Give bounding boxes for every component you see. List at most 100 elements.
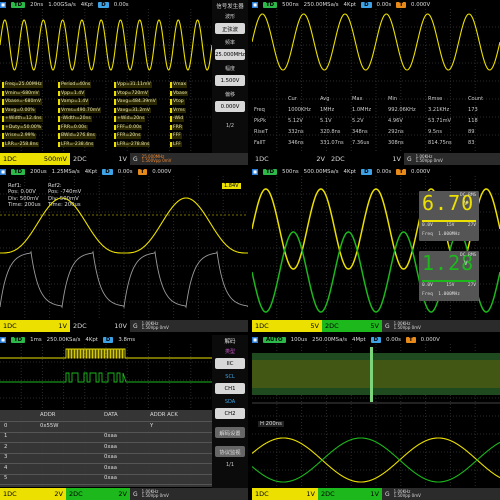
decode-cell: 2 xyxy=(4,443,8,450)
decode-cell: 0 xyxy=(4,422,8,429)
stats-cell: 348ns xyxy=(352,129,368,135)
ch1-chip[interactable]: 1DC 1V xyxy=(252,488,318,500)
ch1-scale: 2V xyxy=(54,490,63,498)
generator-chip[interactable]: G 1.00KHz 1.50Vpp 0mV xyxy=(382,320,500,332)
ch2-chip[interactable]: 2DC 5V xyxy=(322,320,382,332)
menu-title: 解码 xyxy=(224,339,236,345)
generator-chip[interactable]: G 1.00KHz 1.50Vpp 0mV xyxy=(404,153,500,165)
generator-chip[interactable]: G 1.00KHz 1.50Vpp 0mV xyxy=(130,488,248,500)
ch2-scale: 5V xyxy=(370,322,379,330)
ch2-chip[interactable]: 2DC 10V xyxy=(70,320,130,332)
generator-chip[interactable]: G 1.00KHz 1.50Vpp 0mV xyxy=(130,320,248,332)
gen-label: G xyxy=(133,490,138,498)
ch1-label: 1DC xyxy=(3,155,17,163)
measurement-cell: Vbase=-680mV xyxy=(2,99,42,105)
measurement-cell: FRR=0.00s xyxy=(58,124,88,131)
measurement-cell: Vavg=31.2mV xyxy=(114,107,151,114)
menu-title: 信号发生器 xyxy=(216,4,244,10)
channel-bar: 1DC 2V 2DC 2V G 1.00KHz 1.50Vpp 0mV xyxy=(0,488,248,500)
menu-page[interactable]: 1/2 xyxy=(226,123,234,129)
frequency-button[interactable]: 25.000MHz xyxy=(215,49,245,60)
channel-bar: 1DC 1V 2DC 1V G 1.00KHz 1.50Vpp 0mV xyxy=(252,488,500,500)
stats-cell: 9.5ns xyxy=(428,129,442,135)
gen-label: G xyxy=(133,155,138,163)
stats-cell: 173 xyxy=(468,107,478,113)
ch2-chip[interactable]: 2DC 1V xyxy=(70,153,130,165)
measurement-cell: FFR=20ns xyxy=(114,133,142,139)
ch1-chip[interactable]: 1DC 500mV xyxy=(0,153,70,165)
channel-bar: 1DC 1V 2DC 10V G 1.00KHz 1.50Vpp 0mV xyxy=(0,320,248,332)
stats-header-cell: Max xyxy=(352,96,363,102)
measurement-cell: +Duty=50.00% xyxy=(2,124,43,131)
ch1-label: 1DC xyxy=(3,490,17,498)
decode-cell: 0xaa xyxy=(104,464,117,471)
row-divider xyxy=(0,484,212,485)
stats-cell: 814.75ns xyxy=(428,140,452,146)
decode-cell: Y xyxy=(150,422,154,429)
ch1-scale: 2V xyxy=(316,155,325,163)
decode-header-cell: ADDR ACK xyxy=(150,412,178,418)
stats-cell: 332ns xyxy=(288,129,304,135)
sda-button[interactable]: CH2 xyxy=(215,408,245,419)
offset-button[interactable]: 0.000V xyxy=(215,101,245,112)
ch1-chip[interactable]: 1DC 2V xyxy=(252,153,328,165)
ch2-chip[interactable]: 2DC 2V xyxy=(66,488,130,500)
stats-cell: 118 xyxy=(468,118,478,124)
menu-page[interactable]: 1/1 xyxy=(226,462,234,468)
type-label: 类型 xyxy=(224,349,235,355)
scl-button[interactable]: CH1 xyxy=(215,383,245,394)
ch2-label: 2DC xyxy=(69,490,83,498)
panel-measurement-stats: ■ TD 500ns 250.00MSa/s 4Kpt D 0.00s T 0.… xyxy=(252,0,500,165)
offset-label: 偏移 xyxy=(224,92,235,98)
zoom-window[interactable] xyxy=(370,347,373,402)
gen-label: G xyxy=(385,490,390,498)
stats-header-cell: Avg xyxy=(320,96,330,102)
measurement-cell: -Wid xyxy=(170,116,185,122)
generator-chip[interactable]: G 1.00KHz 1.50Vpp 0mV xyxy=(382,488,500,500)
stats-cell: 3.21KHz xyxy=(428,107,450,113)
ch1-scale: 500mV xyxy=(43,155,67,163)
stats-cell: 5.1V xyxy=(320,118,332,124)
decode-cell: 0xaa xyxy=(104,433,117,439)
ch1-overview-band xyxy=(252,360,500,388)
ch2-scale: 10V xyxy=(114,322,127,330)
amplitude-button[interactable]: 1.500V xyxy=(215,75,245,86)
decode-settings-button[interactable]: 解码设置 xyxy=(215,427,245,438)
gen-params: 1.00KHz 1.50Vpp 0mV xyxy=(141,320,169,330)
ch2-scale: 1V xyxy=(370,490,379,498)
ch1-chip[interactable]: 1DC 2V xyxy=(0,488,66,500)
measurement-cell: Vtop=720mV xyxy=(114,90,149,97)
measurement-cell: Vrms=490.70mV xyxy=(58,107,102,114)
stats-cell: 89 xyxy=(468,129,475,135)
sda-label: SDA xyxy=(224,399,236,405)
generator-chip[interactable]: G 25.000MHz 1.500Vpp 0mV xyxy=(130,153,248,165)
stats-cell: 1.0MHz xyxy=(352,107,371,113)
gen-label: G xyxy=(407,155,412,163)
ref1-info: Ref1: Pos: 0.00V Div: 500mV Time: 200us xyxy=(8,183,41,208)
stats-cell: 346ns xyxy=(288,140,304,146)
measurement-cell: Vavg=484.39mV xyxy=(114,99,157,105)
panel-reference-waveforms: ■ TD 200us 1.25MSa/s 4Kpt D 0.00s T 0.00… xyxy=(0,167,248,332)
measurement-cell: FFF xyxy=(170,133,182,139)
ch2-chip[interactable]: 2DC 1V xyxy=(318,488,382,500)
gen-params: 1.00KHz 1.50Vpp 0mV xyxy=(393,488,421,498)
measurement-cell: Freq=25.00MHz xyxy=(2,82,43,88)
decode-cell: 4 xyxy=(4,464,8,471)
ch1-label: 1DC xyxy=(255,322,269,330)
protocol-monitor-button[interactable]: 协议监视 xyxy=(215,446,245,457)
stats-cell: 7.36us xyxy=(352,140,370,146)
measurement-cell: Vavg=0.00% xyxy=(2,107,36,114)
ch2-label: 2DC xyxy=(321,490,335,498)
ch1-rms-readout: 6.70 DC RMS V 0.0V 15V 27V Freq 1.000MHz xyxy=(419,191,479,241)
type-button[interactable]: IIC xyxy=(215,358,245,369)
ch1-chip[interactable]: 1DC 5V xyxy=(252,320,322,332)
waveform-button[interactable]: 正弦波 xyxy=(215,23,245,34)
decode-cell: 5 xyxy=(4,475,8,481)
stats-header-cell: Cur xyxy=(288,96,297,102)
decode-menu: 解码 类型 IIC SCL CH1 SDA CH2 解码设置 协议监视 1/1 xyxy=(212,335,248,500)
ch1-chip[interactable]: 1DC 1V xyxy=(0,320,70,332)
panel-iic-decode: ■ TD 1ms 250.00KSa/s 4Kpt D 3.8ms ADDR DA… xyxy=(0,335,248,500)
ch2-chip[interactable]: 2DC 1V xyxy=(328,153,404,165)
trigger-level-tag: 1.84V xyxy=(222,183,241,189)
stats-cell: 292ns xyxy=(388,129,404,135)
